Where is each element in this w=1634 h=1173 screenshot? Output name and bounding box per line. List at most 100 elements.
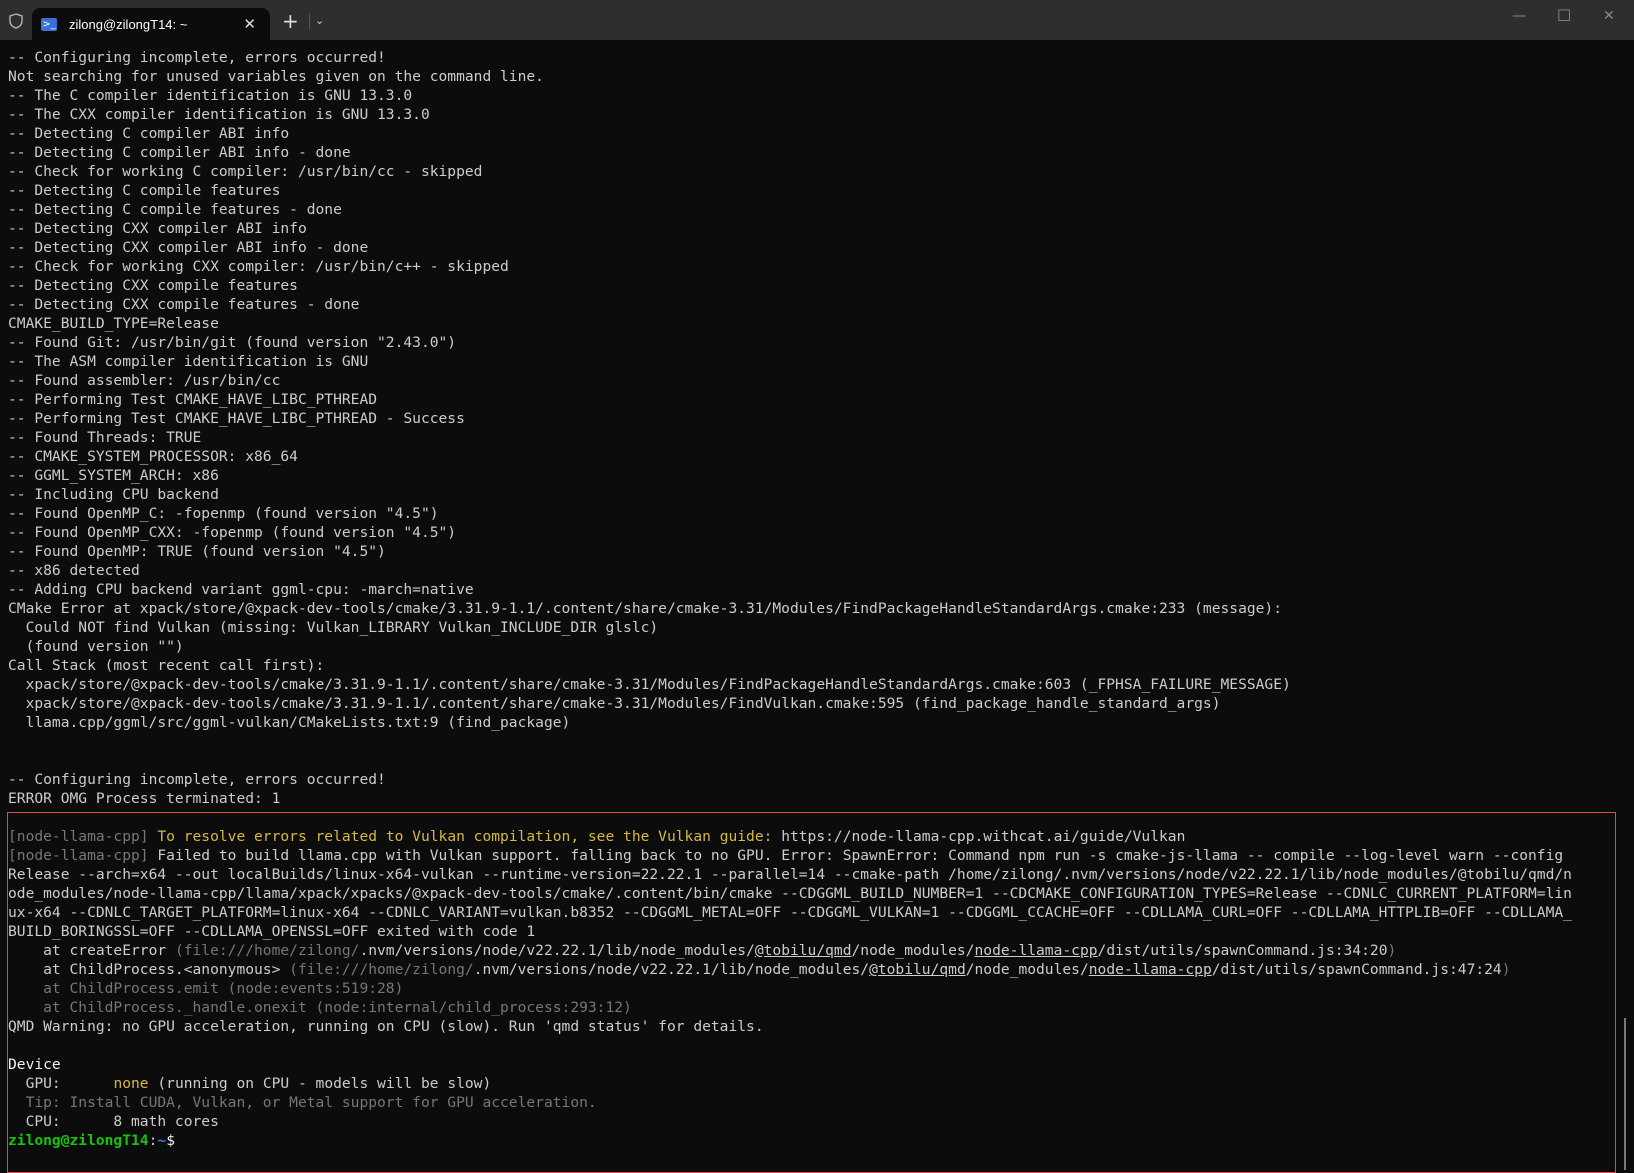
- text-segment: CMake Error at xpack/store/@xpack-dev-to…: [8, 600, 1282, 617]
- terminal-line: Tip: Install CUDA, Vulkan, or Metal supp…: [8, 1093, 1572, 1112]
- text-segment: To resolve errors related to Vulkan comp…: [157, 828, 782, 845]
- text-segment: ERROR OMG Process terminated: 1: [8, 790, 281, 807]
- text-segment: (running on CPU - models will be slow): [148, 1075, 492, 1092]
- terminal-line: -- Found OpenMP_C: -fopenmp (found versi…: [8, 504, 1572, 523]
- terminal-line: -- The CXX compiler identification is GN…: [8, 105, 1572, 124]
- terminal-line: Device: [8, 1055, 1572, 1074]
- terminal-line: [node-llama-cpp] Failed to build llama.c…: [8, 846, 1572, 865]
- text-segment: Call Stack (most recent call first):: [8, 657, 325, 674]
- text-segment: ode_modules/node-llama-cpp/llama/xpack/x…: [8, 885, 1572, 902]
- text-segment: Device: [8, 1056, 61, 1073]
- text-segment: (found version ""): [8, 638, 184, 655]
- text-segment: Not searching for unused variables given…: [8, 68, 544, 85]
- text-segment: -- Adding CPU backend variant ggml-cpu: …: [8, 581, 474, 598]
- close-window-button[interactable]: ✕: [1603, 8, 1615, 24]
- path-link[interactable]: node-llama-cpp: [975, 942, 1098, 959]
- terminal-line: -- The C compiler identification is GNU …: [8, 86, 1572, 105]
- text-segment: -- Detecting CXX compile features - done: [8, 296, 360, 313]
- text-segment: Failed to build llama.cpp with Vulkan su…: [157, 847, 1564, 864]
- terminal-line: at ChildProcess.emit (node:events:519:28…: [8, 979, 1572, 998]
- terminal-line: -- CMAKE_SYSTEM_PROCESSOR: x86_64: [8, 447, 1572, 466]
- terminal-line: -- x86 detected: [8, 561, 1572, 580]
- text-segment: -- Including CPU backend: [8, 486, 219, 503]
- text-segment: at ChildProcess.<anonymous>: [8, 961, 290, 978]
- terminal-line: -- Detecting C compiler ABI info - done: [8, 143, 1572, 162]
- divider: [309, 13, 310, 29]
- maximize-button[interactable]: ☐: [1557, 6, 1571, 25]
- tab-title: zilong@zilongT14: ~: [69, 16, 188, 32]
- title-bar: >_ zilong@zilongT14: ~ ✕ + ⌄ — ☐ ✕: [0, 0, 1634, 40]
- terminal-line: -- Check for working C compiler: /usr/bi…: [8, 162, 1572, 181]
- terminal-line: ode_modules/node-llama-cpp/llama/xpack/x…: [8, 884, 1572, 903]
- minimize-button[interactable]: —: [1512, 8, 1526, 24]
- terminal-line: at ChildProcess._handle.onexit (node:int…: [8, 998, 1572, 1017]
- terminal-line: -- Detecting C compiler ABI info: [8, 124, 1572, 143]
- terminal-line: -- Found Threads: TRUE: [8, 428, 1572, 447]
- terminal-line: CMake Error at xpack/store/@xpack-dev-to…: [8, 599, 1572, 618]
- path-link[interactable]: @tobilu/qmd: [869, 961, 966, 978]
- terminal-line: -- Configuring incomplete, errors occurr…: [8, 770, 1572, 789]
- path-link[interactable]: node-llama-cpp: [1089, 961, 1212, 978]
- text-segment: at ChildProcess.emit (node:events:519:28…: [8, 980, 404, 997]
- text-segment: -- Detecting C compiler ABI info - done: [8, 144, 351, 161]
- text-segment: -- Detecting CXX compiler ABI info - don…: [8, 239, 369, 256]
- text-segment: llama.cpp/ggml/src/ggml-vulkan/CMakeList…: [8, 714, 571, 731]
- terminal-line: -- Detecting C compile features - done: [8, 200, 1572, 219]
- terminal-line: -- Found OpenMP: TRUE (found version "4.…: [8, 542, 1572, 561]
- text-segment: -- Found OpenMP_CXX: -fopenmp (found ver…: [8, 524, 457, 541]
- text-segment: xpack/store/@xpack-dev-tools/cmake/3.31.…: [8, 695, 1221, 712]
- terminal-line: at createError (file:///home/zilong/.nvm…: [8, 941, 1572, 960]
- terminal-line: xpack/store/@xpack-dev-tools/cmake/3.31.…: [8, 675, 1572, 694]
- text-segment: .nvm/versions/node/v22.22.1/lib/node_mod…: [473, 961, 870, 978]
- text-segment: Release --arch=x64 --out localBuilds/lin…: [8, 866, 1572, 883]
- shield-icon[interactable]: [9, 13, 23, 29]
- terminal-line: CMAKE_BUILD_TYPE=Release: [8, 314, 1572, 333]
- terminal-line: at ChildProcess.<anonymous> (file:///hom…: [8, 960, 1572, 979]
- new-tab-button[interactable]: +: [282, 9, 299, 33]
- text-segment: zilong@zilongT14: [8, 1132, 149, 1149]
- terminal-line: Call Stack (most recent call first):: [8, 656, 1572, 675]
- text-segment: ): [1501, 961, 1511, 978]
- terminal-line: -- Detecting CXX compiler ABI info - don…: [8, 238, 1572, 257]
- scrollbar[interactable]: [1624, 1018, 1626, 1170]
- terminal-line: -- Performing Test CMAKE_HAVE_LIBC_PTHRE…: [8, 409, 1572, 428]
- text-segment: -- The C compiler identification is GNU …: [8, 87, 413, 104]
- terminal-output[interactable]: -- Configuring incomplete, errors occurr…: [0, 40, 1634, 1173]
- close-tab-icon[interactable]: ✕: [243, 15, 256, 33]
- text-segment: -- Detecting CXX compile features: [8, 277, 298, 294]
- chevron-down-icon[interactable]: ⌄: [315, 14, 324, 27]
- text-segment: -- Found OpenMP_C: -fopenmp (found versi…: [8, 505, 439, 522]
- terminal-line: QMD Warning: no GPU acceleration, runnin…: [8, 1017, 1572, 1036]
- text-segment: -- Found Threads: TRUE: [8, 429, 202, 446]
- terminal-tab[interactable]: >_ zilong@zilongT14: ~ ✕: [32, 8, 270, 40]
- text-segment: /dist/utils/spawnCommand.js:34:20: [1097, 942, 1388, 959]
- terminal-line: -- Found assembler: /usr/bin/cc: [8, 371, 1572, 390]
- text-segment: /node_modules/: [851, 942, 975, 959]
- text-segment: -- x86 detected: [8, 562, 140, 579]
- shell-prompt: zilong@zilongT14:~$: [8, 1131, 1572, 1150]
- terminal-line: Could NOT find Vulkan (missing: Vulkan_L…: [8, 618, 1572, 637]
- text-segment: -- Performing Test CMAKE_HAVE_LIBC_PTHRE…: [8, 410, 465, 427]
- text-segment: .nvm/versions/node/v22.22.1/lib/node_mod…: [359, 942, 755, 959]
- text-segment: QMD Warning: no GPU acceleration, runnin…: [8, 1018, 764, 1035]
- path-link[interactable]: @tobilu/qmd: [755, 942, 852, 959]
- terminal-line: -- Found OpenMP_CXX: -fopenmp (found ver…: [8, 523, 1572, 542]
- terminal-lines: -- Configuring incomplete, errors occurr…: [8, 48, 1572, 1150]
- terminal-line: (found version ""): [8, 637, 1572, 656]
- terminal-line: llama.cpp/ggml/src/ggml-vulkan/CMakeList…: [8, 713, 1572, 732]
- text-segment: BUILD_BORINGSSL=OFF --CDLLAMA_OPENSSL=OF…: [8, 923, 536, 940]
- text-segment: at createError: [8, 942, 175, 959]
- terminal-line: BUILD_BORINGSSL=OFF --CDLLAMA_OPENSSL=OF…: [8, 922, 1572, 941]
- text-segment: -- Detecting C compile features: [8, 182, 281, 199]
- text-segment: -- Detecting C compile features - done: [8, 201, 342, 218]
- terminal-line: GPU: none (running on CPU - models will …: [8, 1074, 1572, 1093]
- text-segment: none: [113, 1075, 149, 1092]
- terminal-line: ERROR OMG Process terminated: 1: [8, 789, 1572, 808]
- text-segment: -- Performing Test CMAKE_HAVE_LIBC_PTHRE…: [8, 391, 378, 408]
- text-segment: [node-llama-cpp]: [8, 847, 158, 864]
- text-segment: /node_modules/: [965, 961, 1089, 978]
- text-segment: -- The ASM compiler identification is GN…: [8, 353, 369, 370]
